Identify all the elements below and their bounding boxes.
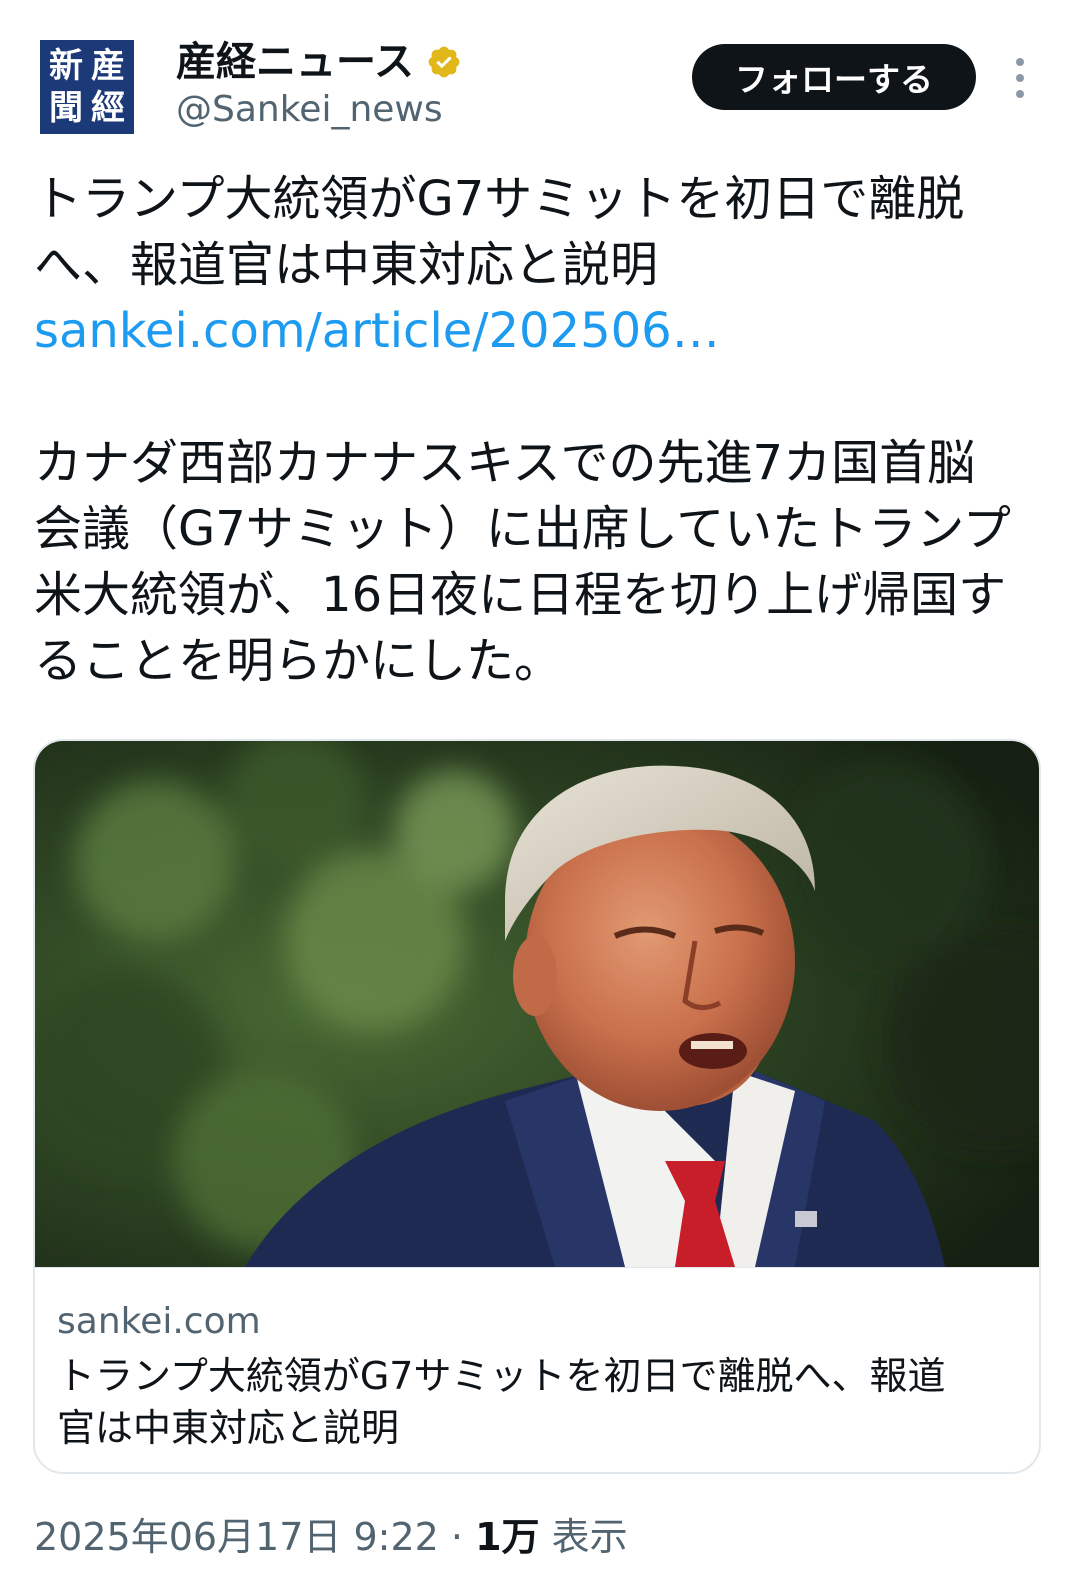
handle[interactable]: @Sankei_news [176, 88, 443, 132]
article-photo[interactable] [35, 741, 1039, 1267]
views-count: 1万 [475, 1515, 540, 1559]
avatar-char: 聞 [49, 88, 83, 128]
tweet-meta: 2025年06月17日 9:22 · 1万 表示 [34, 1512, 628, 1562]
tweet-header: 新 産 聞 經 産経ニュース @Sankei_news フォローする [0, 0, 1080, 150]
avatar-char: 新 [49, 46, 83, 86]
article-link[interactable]: sankei.com/article/202506… [34, 298, 1046, 364]
body-line: 米大統領が、16日夜に日程を切り上げ帰国す [34, 567, 1007, 623]
link-card[interactable]: sankei.com トランプ大統領がG7サミットを初日で離脱へ、報道 官は中東… [33, 739, 1041, 1474]
avatar-char: 産 [91, 46, 125, 86]
display-name-row[interactable]: 産経ニュース [176, 38, 462, 86]
article-photo-illustration [35, 741, 1039, 1267]
card-title: トランプ大統領がG7サミットを初日で離脱へ、報道 官は中東対応と説明 [57, 1350, 1017, 1454]
card-title-line: 官は中東対応と説明 [57, 1406, 400, 1450]
verified-badge-icon [428, 46, 460, 78]
follow-button[interactable]: フォローする [692, 44, 976, 110]
avatar[interactable]: 新 産 聞 經 [40, 40, 134, 134]
headline-line: へ、報道官は中東対応と説明 [34, 237, 659, 293]
body-line: 会議（G7サミット）に出席していたトランプ [34, 501, 1011, 557]
tweet-text: トランプ大統領がG7サミットを初日で離脱 へ、報道官は中東対応と説明 sanke… [34, 166, 1046, 694]
body-line: カナダ西部カナナスキスでの先進7カ国首脳 [34, 435, 976, 491]
headline-line: トランプ大統領がG7サミットを初日で離脱 [34, 171, 965, 227]
views-label: 表示 [551, 1515, 628, 1559]
card-title-line: トランプ大統領がG7サミットを初日で離脱へ、報道 [57, 1354, 946, 1398]
more-vertical-icon[interactable] [1010, 58, 1030, 98]
separator: · [450, 1515, 464, 1559]
avatar-char: 經 [91, 88, 125, 128]
timestamp[interactable]: 2025年06月17日 9:22 [34, 1515, 439, 1559]
card-domain: sankei.com [57, 1301, 261, 1342]
card-meta: sankei.com トランプ大統領がG7サミットを初日で離脱へ、報道 官は中東… [35, 1267, 1039, 1472]
body-line: ることを明らかにした。 [34, 633, 563, 689]
display-name[interactable]: 産経ニュース [176, 38, 414, 86]
